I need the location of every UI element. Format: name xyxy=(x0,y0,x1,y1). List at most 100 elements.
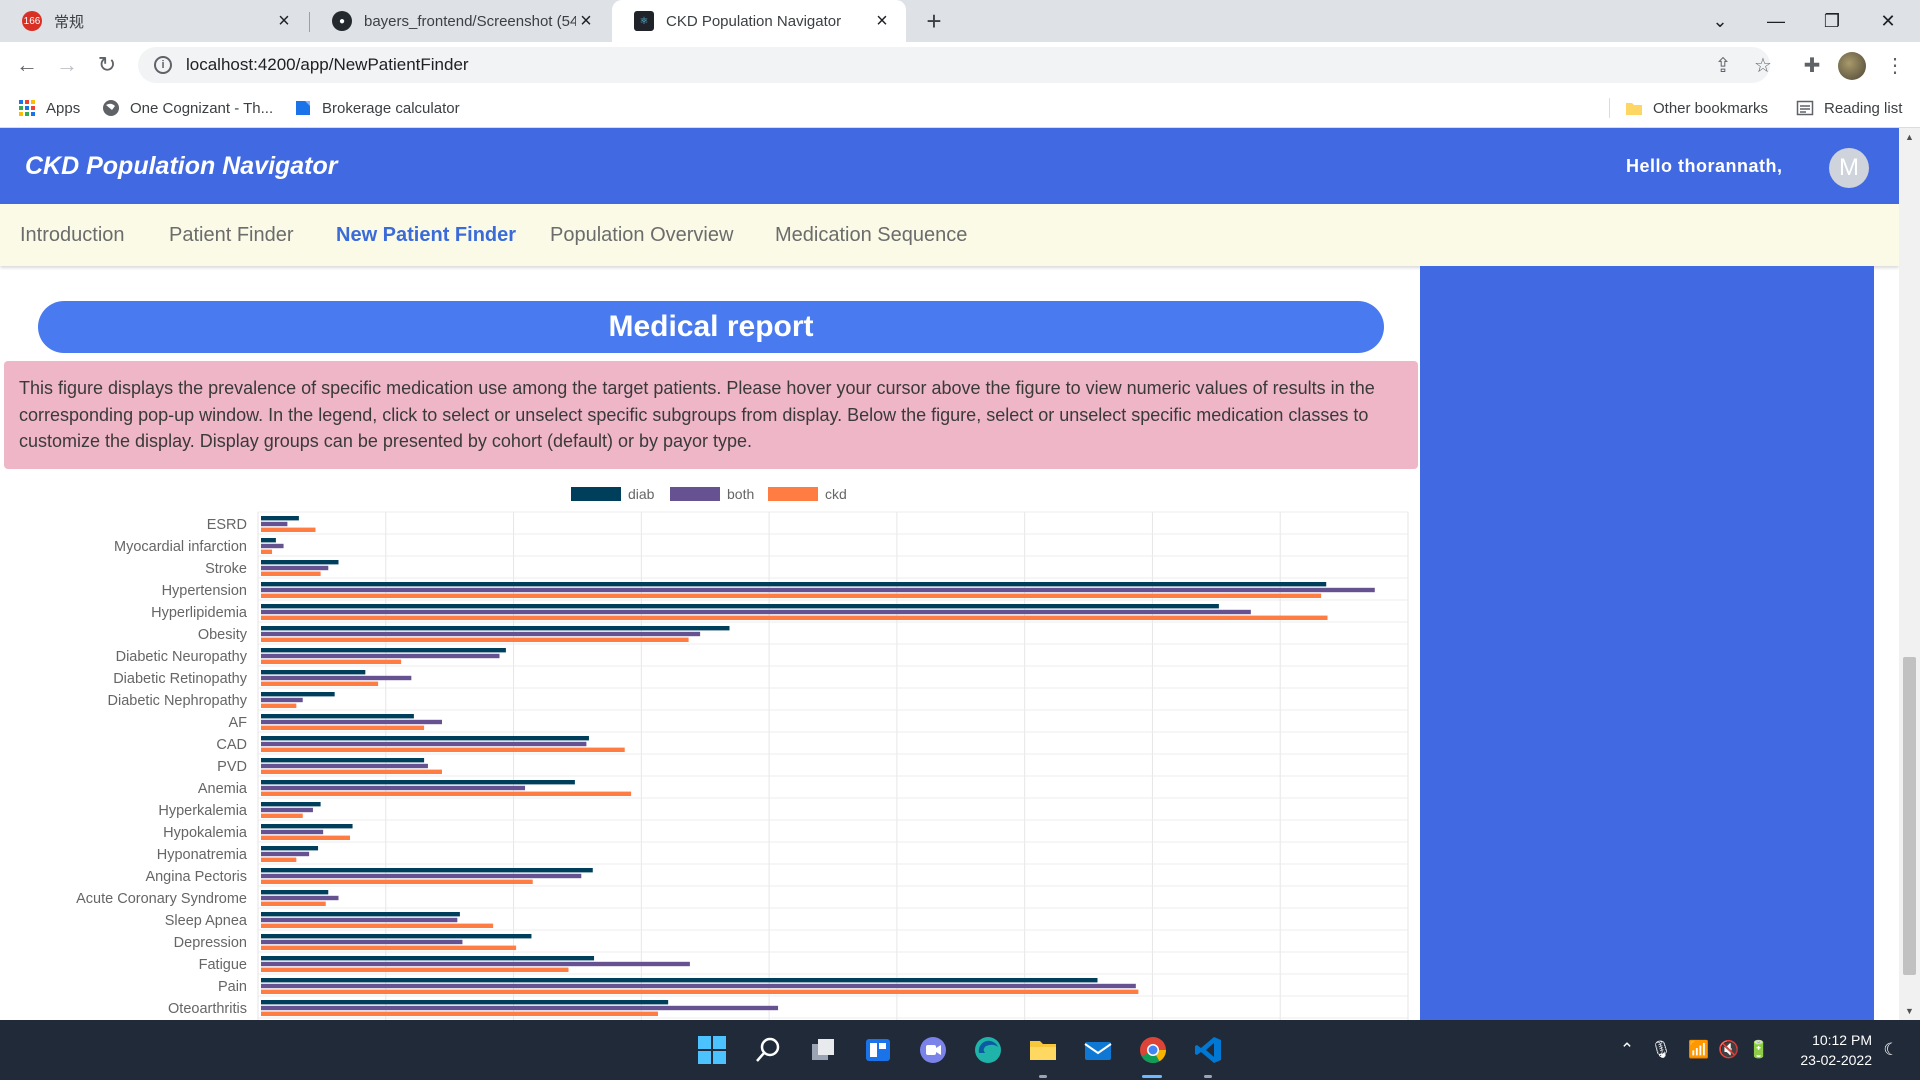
bar-both xyxy=(261,1005,779,1011)
category-label: AF xyxy=(228,715,247,731)
reading-list[interactable]: Reading list xyxy=(1796,88,1902,128)
nav-new-patient-finder[interactable]: New Patient Finder xyxy=(336,204,516,266)
bar-diab xyxy=(261,758,425,763)
bar-ckd xyxy=(261,945,517,950)
tray-chevron-up-icon[interactable]: ⌃ xyxy=(1612,1020,1642,1080)
close-window-button[interactable]: ✕ xyxy=(1860,0,1916,42)
bookmark-brokerage-calculator[interactable]: Brokerage calculator xyxy=(294,88,460,128)
app-active-indicator xyxy=(1142,1075,1162,1078)
file-explorer-icon[interactable] xyxy=(1023,1030,1063,1070)
menu-dots-icon[interactable]: ⋮ xyxy=(1880,50,1910,80)
bar-ckd xyxy=(261,527,316,532)
close-icon[interactable]: × xyxy=(576,10,596,33)
nav-patient-finder[interactable]: Patient Finder xyxy=(169,204,294,266)
browser-tab-1[interactable]: 166 常规 × xyxy=(0,0,308,42)
bar-ckd xyxy=(261,967,569,972)
red-circle-icon: 166 xyxy=(22,11,42,31)
bar-ckd xyxy=(261,659,402,664)
address-bar[interactable]: i localhost:4200/app/NewPatientFinder xyxy=(138,47,1770,83)
bookmark-one-cognizant[interactable]: One Cognizant - Th... xyxy=(102,88,273,128)
category-label: Stroke xyxy=(205,561,247,577)
scrollbar-thumb[interactable] xyxy=(1903,657,1916,975)
mail-icon[interactable] xyxy=(1078,1030,1118,1070)
bar-ckd xyxy=(261,571,321,576)
bar-ckd xyxy=(261,879,533,884)
profile-avatar[interactable] xyxy=(1838,52,1866,80)
legend-label-both: both xyxy=(727,486,754,502)
windows-start-icon[interactable] xyxy=(692,1030,732,1070)
minimize-button[interactable]: — xyxy=(1748,0,1804,42)
teams-chat-icon[interactable] xyxy=(913,1030,953,1070)
volume-muted-icon[interactable]: 🔇 xyxy=(1714,1020,1744,1080)
back-icon[interactable]: ← xyxy=(12,50,42,80)
nav-medication-sequence[interactable]: Medication Sequence xyxy=(775,204,967,266)
user-greeting: Hello thorannath, xyxy=(1626,156,1783,176)
bar-ckd xyxy=(261,989,1139,994)
battery-icon[interactable]: 🔋 xyxy=(1744,1020,1774,1080)
restore-button[interactable]: ❐ xyxy=(1804,0,1860,42)
tab-title: bayers_frontend/Screenshot (54) xyxy=(364,12,576,30)
bar-ckd xyxy=(261,615,1328,620)
bar-both xyxy=(261,983,1136,989)
category-label: PVD xyxy=(217,759,247,775)
bookmark-label: Reading list xyxy=(1824,99,1903,117)
nav-population-overview[interactable]: Population Overview xyxy=(550,204,733,266)
bar-both xyxy=(261,917,458,923)
bar-ckd xyxy=(261,703,297,708)
user-avatar[interactable]: M xyxy=(1829,148,1869,188)
share-icon[interactable]: ⇪ xyxy=(1708,50,1738,80)
wifi-icon[interactable]: 📶 xyxy=(1684,1020,1714,1080)
bar-ckd xyxy=(261,593,1322,598)
category-label: Obesity xyxy=(198,627,248,643)
bar-ckd xyxy=(261,791,632,796)
bookmark-apps[interactable]: Apps xyxy=(18,88,80,128)
bookmark-label: Brokerage calculator xyxy=(322,99,460,117)
new-tab-button[interactable]: + xyxy=(918,6,950,38)
bar-diab xyxy=(261,626,730,631)
close-icon[interactable]: × xyxy=(274,10,294,33)
browser-tab-3[interactable]: ⚛ CKD Population Navigator × xyxy=(612,0,906,42)
bar-ckd xyxy=(261,747,625,752)
scroll-down-icon[interactable]: ▼ xyxy=(1899,1002,1920,1020)
bar-both xyxy=(261,829,324,835)
tab-title: 常规 xyxy=(54,13,85,31)
forward-icon[interactable]: → xyxy=(52,50,82,80)
page-scrollbar[interactable]: ▲ ▼ xyxy=(1899,128,1920,1020)
widgets-icon[interactable] xyxy=(858,1030,898,1070)
edge-icon[interactable] xyxy=(968,1030,1008,1070)
category-label: Acute Coronary Syndrome xyxy=(76,891,247,907)
browser-tab-2[interactable]: ● bayers_frontend/Screenshot (54) × xyxy=(310,0,610,42)
notifications-icon[interactable]: ☾ xyxy=(1876,1020,1906,1080)
bar-ckd xyxy=(261,901,326,906)
category-label: Diabetic Neuropathy xyxy=(116,649,248,665)
bookmark-label: Apps xyxy=(46,99,81,117)
folder-icon xyxy=(1626,103,1642,115)
bar-ckd xyxy=(261,857,297,862)
category-label: Hypokalemia xyxy=(163,825,248,841)
bar-diab xyxy=(261,516,299,521)
search-icon[interactable] xyxy=(748,1030,788,1070)
close-icon[interactable]: × xyxy=(872,10,892,33)
task-view-icon[interactable] xyxy=(803,1030,843,1070)
bar-both xyxy=(261,939,463,945)
extensions-icon[interactable]: ✚ xyxy=(1797,50,1827,80)
nav-introduction[interactable]: Introduction xyxy=(20,204,125,266)
app-running-indicator xyxy=(1204,1075,1212,1078)
site-info-icon[interactable]: i xyxy=(154,56,172,74)
tab-search-icon[interactable]: ⌄ xyxy=(1692,0,1748,42)
bar-diab xyxy=(261,868,593,873)
system-clock[interactable]: 10:12 PM 23-02-2022 xyxy=(1776,1030,1872,1070)
category-label: Sleep Apnea xyxy=(165,913,248,929)
scroll-up-icon[interactable]: ▲ xyxy=(1899,128,1920,146)
category-label: Myocardial infarction xyxy=(114,539,247,555)
bookmark-star-icon[interactable]: ☆ xyxy=(1748,50,1778,80)
microphone-icon[interactable]: 🎙 xyxy=(1646,1020,1676,1080)
chrome-icon[interactable] xyxy=(1133,1030,1173,1070)
bar-diab xyxy=(261,978,1098,983)
vscode-icon[interactable] xyxy=(1188,1030,1228,1070)
reload-icon[interactable]: ↻ xyxy=(92,50,122,80)
app-title: CKD Population Navigator xyxy=(25,152,338,180)
other-bookmarks[interactable]: Other bookmarks xyxy=(1625,88,1768,128)
bar-diab xyxy=(261,538,276,543)
legend-swatch-ckd xyxy=(768,487,818,501)
